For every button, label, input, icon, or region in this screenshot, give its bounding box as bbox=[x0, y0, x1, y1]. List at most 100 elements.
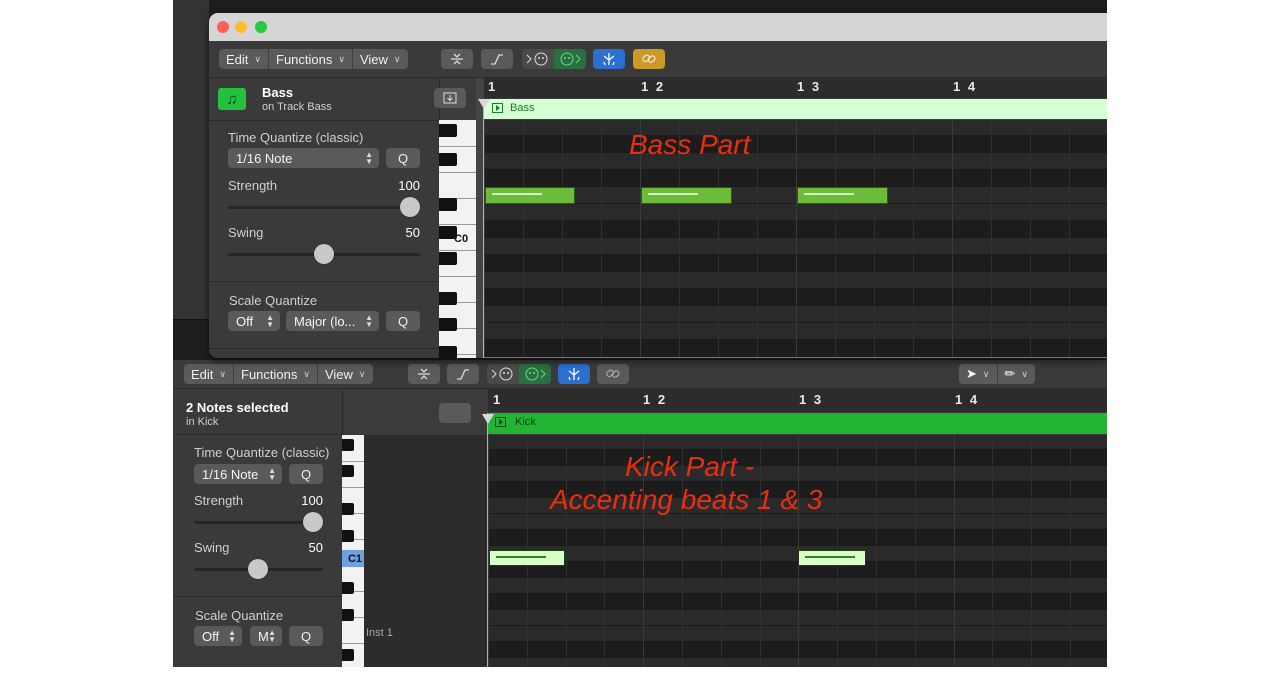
bottom-scale-type-select[interactable]: M ▲ ▼ bbox=[250, 626, 282, 646]
bottom-pencil-tool-menu[interactable]: ✏ ∨ bbox=[998, 364, 1036, 384]
bottom-ruler-bar-2: 1 2 bbox=[643, 392, 668, 407]
top-inspector: ♫ Bass on Track Bass Time Quantize (clas… bbox=[209, 78, 466, 358]
minimize-window-button[interactable] bbox=[235, 21, 247, 33]
chevron-down-icon: ∨ bbox=[338, 53, 345, 64]
bottom-midi-out-button[interactable] bbox=[519, 364, 551, 384]
top-scale-mode-select[interactable]: Off ▲ ▼ bbox=[228, 311, 280, 331]
bottom-note-beat-1[interactable] bbox=[489, 550, 565, 566]
bottom-quantize-q-button[interactable]: Q bbox=[289, 464, 323, 484]
top-note-grid[interactable] bbox=[484, 120, 1107, 358]
black-key[interactable] bbox=[439, 198, 457, 211]
top-catch-button[interactable] bbox=[593, 49, 625, 69]
top-swing-slider-thumb[interactable] bbox=[314, 244, 334, 264]
top-region-subtitle: on Track Bass bbox=[262, 101, 332, 113]
bottom-ruler[interactable]: 1 1 2 1 3 1 4 bbox=[488, 389, 1107, 412]
top-strength-slider-thumb[interactable] bbox=[400, 197, 420, 217]
bottom-key-name-column: Inst 1 bbox=[364, 435, 488, 667]
background-window-left bbox=[173, 0, 209, 320]
white-key-divider bbox=[439, 172, 476, 173]
screenshot-stage: Edit ∨ Functions ∨ View ∨ ➤ ∨ ✏ ∨ 2 Note… bbox=[173, 0, 1107, 667]
top-functions-label: Functions bbox=[276, 51, 333, 67]
beat-line bbox=[954, 435, 955, 667]
black-key[interactable] bbox=[342, 649, 354, 661]
top-automation-button[interactable] bbox=[481, 49, 513, 69]
bottom-view-menu[interactable]: View ∨ bbox=[318, 364, 373, 384]
black-key[interactable] bbox=[342, 530, 354, 542]
top-menu-bar: Edit ∨ Functions ∨ View ∨ bbox=[219, 49, 408, 69]
black-key[interactable] bbox=[342, 439, 354, 451]
catch-playhead-icon bbox=[568, 368, 580, 381]
bottom-functions-menu[interactable]: Functions ∨ bbox=[234, 364, 318, 384]
top-scale-type-select[interactable]: Major (lo... ▲ ▼ bbox=[286, 311, 379, 331]
top-quantize-q-label: Q bbox=[397, 150, 409, 166]
bottom-link-button[interactable] bbox=[597, 364, 629, 384]
top-quantize-q-button[interactable]: Q bbox=[386, 148, 420, 168]
top-edit-menu[interactable]: Edit ∨ bbox=[219, 49, 269, 69]
bottom-pointer-tool-menu[interactable]: ➤ ∨ bbox=[959, 364, 998, 384]
bottom-swing-slider-thumb[interactable] bbox=[248, 559, 268, 579]
top-playhead[interactable] bbox=[483, 99, 484, 358]
playhead-marker-icon[interactable] bbox=[478, 99, 490, 109]
white-key-divider bbox=[439, 250, 476, 251]
black-key[interactable] bbox=[439, 292, 457, 305]
top-scale-q-label: Q bbox=[397, 313, 409, 329]
bottom-scale-mode-select[interactable]: Off ▲ ▼ bbox=[194, 626, 242, 646]
top-ruler[interactable]: 1 1 2 1 3 1 4 bbox=[484, 78, 1107, 98]
background-divider bbox=[173, 319, 209, 320]
top-region-bar[interactable]: Bass bbox=[484, 99, 1107, 119]
beat-line bbox=[1069, 120, 1070, 358]
bottom-edit-menu[interactable]: Edit ∨ bbox=[184, 364, 234, 384]
top-region-download-button[interactable] bbox=[434, 88, 466, 108]
black-key[interactable] bbox=[439, 124, 457, 137]
top-view-menu[interactable]: View ∨ bbox=[353, 49, 408, 69]
top-collapse-button[interactable] bbox=[441, 49, 473, 69]
black-key[interactable] bbox=[342, 582, 354, 594]
top-scale-q-button[interactable]: Q bbox=[386, 311, 420, 331]
top-region-title: Bass bbox=[262, 85, 294, 100]
bottom-piano-roll-window: Edit ∨ Functions ∨ View ∨ ➤ ∨ ✏ ∨ 2 Note… bbox=[173, 360, 1107, 667]
chevron-down-icon: ∨ bbox=[393, 53, 401, 64]
beat-line bbox=[1031, 435, 1032, 667]
bottom-quantize-value-select[interactable]: 1/16 Note ▲ ▼ bbox=[194, 464, 282, 484]
bottom-region-bar[interactable]: Kick bbox=[488, 413, 1107, 434]
black-key[interactable] bbox=[439, 346, 457, 358]
top-midi-out-button[interactable] bbox=[554, 49, 586, 69]
bottom-playhead[interactable] bbox=[487, 413, 488, 667]
close-window-button[interactable] bbox=[217, 21, 229, 33]
top-link-button[interactable] bbox=[633, 49, 665, 69]
bottom-midi-in-button[interactable] bbox=[487, 364, 519, 384]
bottom-note-beat-3[interactable] bbox=[798, 550, 866, 566]
top-scale-quantize-title: Scale Quantize bbox=[229, 293, 318, 308]
top-note-beat-3[interactable] bbox=[797, 187, 888, 204]
bottom-automation-button[interactable] bbox=[447, 364, 479, 384]
bottom-strength-slider-thumb[interactable] bbox=[303, 512, 323, 532]
black-key[interactable] bbox=[342, 503, 354, 515]
up-down-arrows-icon: ▲ ▼ bbox=[268, 628, 276, 644]
bottom-scale-quantize-title: Scale Quantize bbox=[195, 608, 284, 623]
white-key-divider bbox=[342, 461, 364, 462]
black-key[interactable] bbox=[342, 609, 354, 621]
bottom-quantize-q-label: Q bbox=[300, 466, 312, 482]
zoom-window-button[interactable] bbox=[255, 21, 267, 33]
white-key-divider bbox=[439, 224, 476, 225]
black-key[interactable] bbox=[439, 153, 457, 166]
top-note-beat-2[interactable] bbox=[641, 187, 732, 204]
black-key[interactable] bbox=[342, 465, 354, 477]
bottom-collapse-button[interactable] bbox=[408, 364, 440, 384]
playhead-marker-icon[interactable] bbox=[482, 414, 494, 424]
bottom-scale-q-button[interactable]: Q bbox=[289, 626, 323, 646]
bottom-functions-label: Functions bbox=[241, 366, 298, 382]
bottom-swing-label: Swing bbox=[194, 540, 230, 555]
bottom-catch-button[interactable] bbox=[558, 364, 590, 384]
bottom-region-download-button[interactable] bbox=[439, 403, 471, 423]
top-functions-menu[interactable]: Functions ∨ bbox=[269, 49, 353, 69]
top-midi-in-button[interactable] bbox=[522, 49, 554, 69]
top-key-label-c0: C0 bbox=[454, 233, 469, 245]
black-key[interactable] bbox=[439, 318, 457, 331]
black-key[interactable] bbox=[439, 252, 457, 265]
collapse-icon bbox=[451, 53, 463, 65]
top-note-beat-1[interactable] bbox=[485, 187, 575, 204]
beat-line bbox=[757, 120, 758, 358]
chevron-down-icon: ∨ bbox=[1021, 368, 1028, 379]
top-quantize-value-select[interactable]: 1/16 Note ▲ ▼ bbox=[228, 148, 379, 168]
